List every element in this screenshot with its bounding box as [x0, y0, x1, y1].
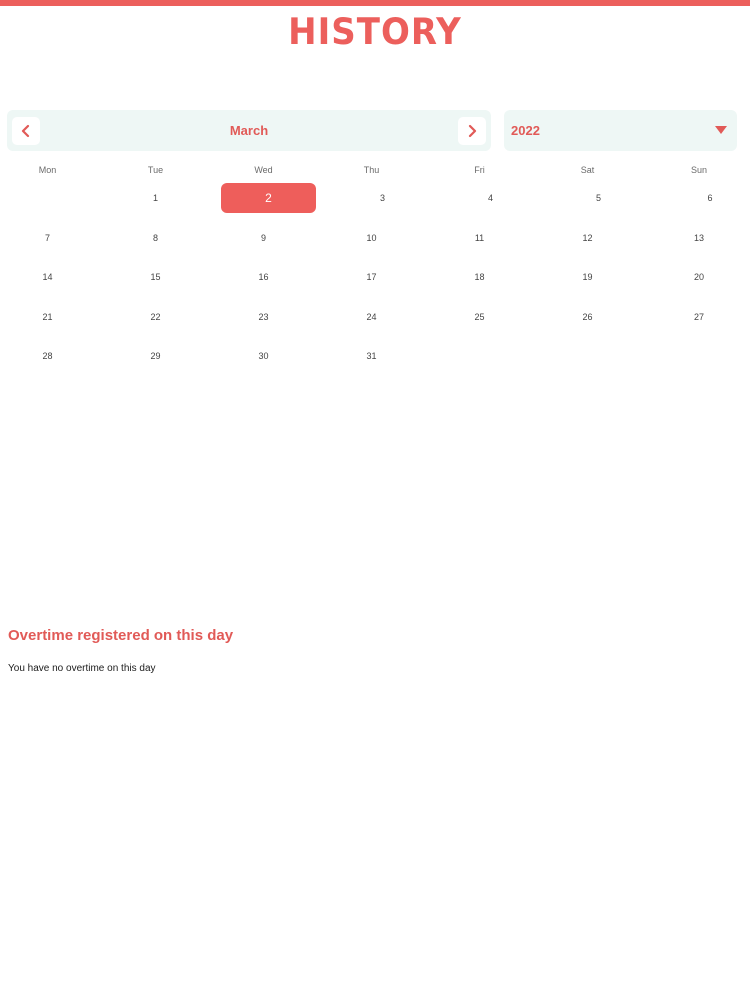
calendar-day[interactable]: 16 — [216, 262, 311, 292]
weekday-header-row: Mon Tue Wed Thu Fri Sat Sun — [0, 165, 750, 181]
calendar-week-row: 21 22 23 24 25 26 27 — [0, 300, 750, 334]
calendar-day[interactable]: 1 — [95, 183, 216, 213]
calendar-day[interactable]: 11 — [432, 223, 527, 253]
calendar-day[interactable]: 10 — [311, 223, 432, 253]
calendar-day[interactable]: 24 — [311, 302, 432, 332]
next-month-button[interactable] — [458, 117, 486, 145]
chevron-left-icon — [21, 124, 30, 138]
calendar-week-row: 14 15 16 17 18 19 20 — [0, 260, 750, 294]
previous-month-button[interactable] — [12, 117, 40, 145]
month-selector: March — [7, 110, 491, 151]
calendar-day[interactable]: 19 — [527, 262, 648, 292]
calendar-day[interactable]: 13 — [648, 223, 750, 253]
year-label: 2022 — [511, 123, 540, 138]
calendar-day[interactable]: 29 — [95, 341, 216, 371]
calendar-day[interactable]: 3 — [322, 183, 443, 213]
calendar-day[interactable]: 30 — [216, 341, 311, 371]
calendar-day[interactable]: 21 — [0, 302, 95, 332]
calendar-day[interactable]: 25 — [432, 302, 527, 332]
calendar-day[interactable]: 6 — [659, 183, 750, 213]
chevron-right-icon — [468, 124, 477, 138]
caret-down-icon — [715, 126, 727, 134]
calendar-empty-cell — [0, 183, 95, 213]
calendar-day[interactable]: 8 — [95, 223, 216, 253]
calendar-week-row: 123456 — [0, 181, 750, 215]
weekday-label: Mon — [38, 165, 57, 175]
calendar-day[interactable]: 20 — [648, 262, 750, 292]
calendar-day[interactable]: 28 — [0, 341, 95, 371]
month-label: March — [229, 123, 269, 138]
calendar-day[interactable]: 31 — [311, 341, 432, 371]
calendar-week-row: 7 8 9 10 11 12 13 — [0, 221, 750, 255]
weekday-label: Wed — [254, 165, 273, 175]
weekday-label: Sat — [580, 165, 595, 175]
calendar-day[interactable]: 12 — [527, 223, 648, 253]
calendar-day[interactable]: 15 — [95, 262, 216, 292]
calendar-day[interactable]: 9 — [216, 223, 311, 253]
calendar-day-selected[interactable]: 2 — [221, 183, 316, 213]
year-dropdown[interactable]: 2022 — [504, 110, 737, 151]
no-overtime-message: You have no overtime on this day — [8, 663, 156, 674]
calendar-week-row: 28 29 30 31 — [0, 339, 750, 373]
calendar-day[interactable]: 17 — [311, 262, 432, 292]
page-title: HISTORY — [288, 10, 462, 54]
calendar-empty-cell — [432, 341, 527, 371]
calendar-day[interactable]: 14 — [0, 262, 95, 292]
weekday-label: Sun — [690, 165, 707, 175]
calendar-day[interactable]: 26 — [527, 302, 648, 332]
calendar-day[interactable]: 7 — [0, 223, 95, 253]
calendar-day[interactable]: 5 — [538, 183, 659, 213]
top-status-bar — [0, 0, 750, 6]
calendar-day[interactable]: 27 — [648, 302, 750, 332]
overtime-section-title: Overtime registered on this day — [8, 627, 234, 644]
calendar-day[interactable]: 23 — [216, 302, 311, 332]
calendar-day[interactable]: 18 — [432, 262, 527, 292]
calendar-empty-cell — [527, 341, 648, 371]
weekday-label: Fri — [474, 165, 485, 175]
calendar-empty-cell — [648, 341, 750, 371]
calendar-day[interactable]: 4 — [443, 183, 538, 213]
calendar-day[interactable]: 22 — [95, 302, 216, 332]
weekday-label: Thu — [363, 165, 380, 175]
weekday-label: Tue — [147, 165, 164, 175]
